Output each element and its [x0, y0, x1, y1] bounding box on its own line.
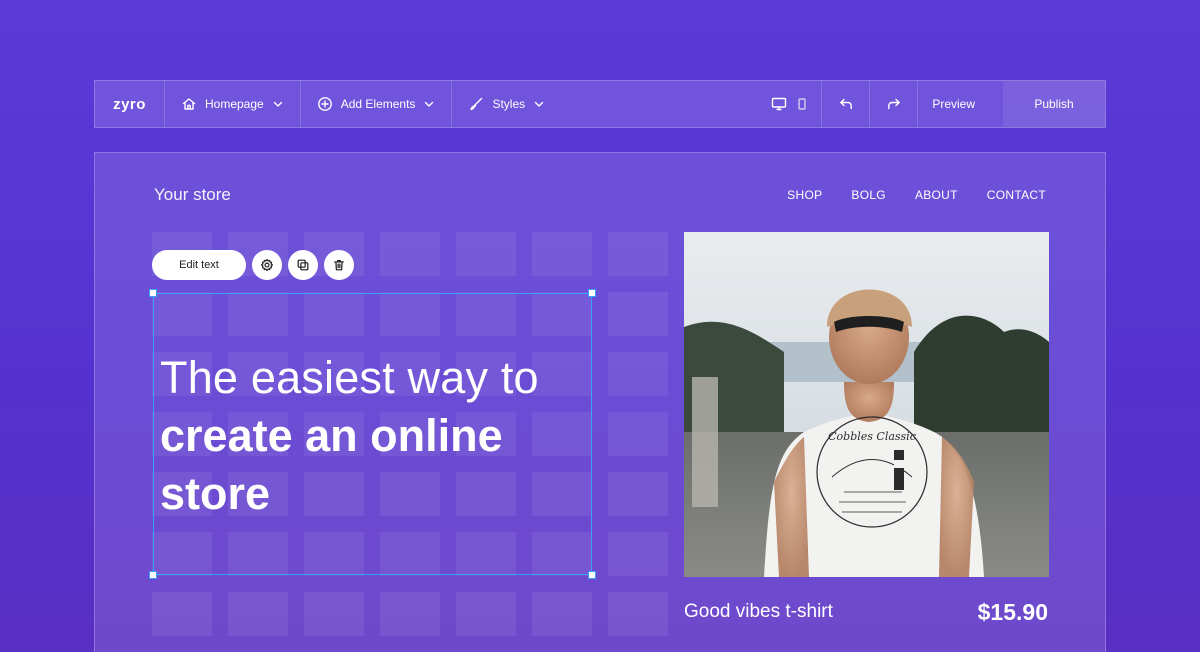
grid-cell: [304, 592, 364, 636]
product-image[interactable]: Cobbles Classic: [684, 232, 1049, 577]
nav-item-blog[interactable]: BOLG: [851, 188, 886, 202]
brush-icon: [470, 97, 483, 111]
preview-button[interactable]: Preview: [917, 81, 1003, 127]
undo-icon: [839, 98, 852, 110]
grid-cell: [532, 592, 592, 636]
grid-cell: [608, 412, 668, 456]
grid-cell: [456, 232, 516, 276]
copy-icon: [297, 259, 309, 271]
grid-cell: [608, 352, 668, 396]
add-circle-icon: [317, 97, 332, 111]
device-switcher: [757, 81, 821, 127]
grid-cell: [228, 592, 288, 636]
undo-button[interactable]: [821, 81, 869, 127]
grid-cell: [456, 592, 516, 636]
website-canvas: Your store SHOP BOLG ABOUT CONTACT Edit …: [94, 152, 1106, 652]
site-nav: SHOP BOLG ABOUT CONTACT: [787, 188, 1046, 202]
resize-handle-bottom-right[interactable]: [588, 571, 596, 579]
headline-line-2: create an online: [160, 410, 503, 461]
home-icon: [182, 98, 196, 110]
nav-item-shop[interactable]: SHOP: [787, 188, 822, 202]
redo-button[interactable]: [869, 81, 917, 127]
chevron-down-icon: [425, 101, 434, 107]
desktop-icon[interactable]: [771, 97, 787, 111]
page-select-dropdown[interactable]: Homepage: [165, 81, 301, 127]
nav-item-contact[interactable]: CONTACT: [987, 188, 1046, 202]
settings-button[interactable]: [252, 250, 282, 280]
duplicate-button[interactable]: [288, 250, 318, 280]
page-select-label: Homepage: [205, 97, 264, 111]
add-elements-label: Add Elements: [340, 97, 416, 111]
grid-cell: [380, 232, 440, 276]
resize-handle-bottom-left[interactable]: [149, 571, 157, 579]
styles-dropdown[interactable]: Styles: [452, 81, 561, 127]
grid-cell: [608, 232, 668, 276]
headline-line-1: The easiest way to: [160, 352, 539, 403]
grid-cell: [380, 592, 440, 636]
grid-cell: [608, 472, 668, 516]
tshirt-photo: Cobbles Classic: [684, 232, 1049, 577]
grid-cell: [532, 232, 592, 276]
grid-cell: [608, 532, 668, 576]
element-edit-toolbar: Edit text: [152, 250, 354, 280]
zyro-logo[interactable]: zyro: [95, 81, 165, 127]
add-elements-dropdown[interactable]: Add Elements: [301, 81, 453, 127]
chevron-down-icon: [534, 101, 544, 107]
chevron-down-icon: [273, 101, 282, 107]
styles-label: Styles: [492, 97, 526, 111]
trash-icon: [334, 260, 344, 271]
editor-toolbar: zyro Homepage Add Elements Styles Previe…: [94, 80, 1106, 128]
resize-handle-top-left[interactable]: [149, 289, 157, 297]
headline-line-3: store: [160, 468, 271, 519]
product-name[interactable]: Good vibes t-shirt: [684, 601, 833, 623]
grid-cell: [152, 592, 212, 636]
grid-cell: [608, 592, 668, 636]
hero-headline[interactable]: The easiest way to create an online stor…: [160, 349, 600, 523]
publish-button[interactable]: Publish: [1003, 81, 1105, 127]
store-name[interactable]: Your store: [154, 185, 231, 205]
nav-item-about[interactable]: ABOUT: [915, 188, 958, 202]
gear-icon: [260, 258, 274, 272]
product-price[interactable]: $15.90: [978, 599, 1048, 626]
delete-button[interactable]: [324, 250, 354, 280]
edit-text-button[interactable]: Edit text: [152, 250, 246, 280]
shirt-print-text: Cobbles Classic: [828, 430, 916, 443]
mobile-icon[interactable]: [797, 97, 807, 111]
redo-icon: [887, 98, 900, 110]
grid-cell: [608, 292, 668, 336]
resize-handle-top-right[interactable]: [588, 289, 596, 297]
